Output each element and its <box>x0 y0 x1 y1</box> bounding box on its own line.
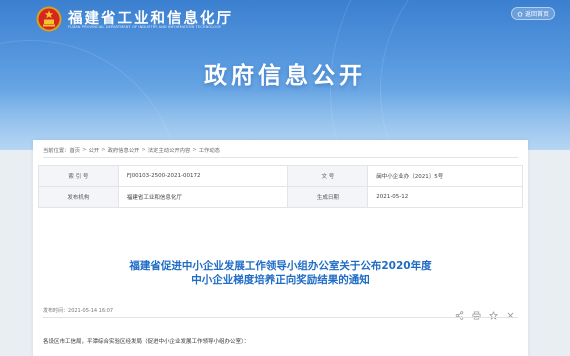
site-subtitle: FUJIAN PROVINCIAL DEPARTMENT OF INDUSTRY… <box>68 25 222 29</box>
close-icon[interactable] <box>506 305 515 319</box>
publisher-value: 福建省工业和信息化厅 <box>117 186 289 208</box>
created-date-label: 生成日期 <box>287 186 369 208</box>
article-body-first-line: 各设区市工信局，平潭综合实验区经发局（促进中小企业发展工作领导小组办公室）： <box>43 339 250 345</box>
publisher-label: 发布机构 <box>38 186 119 208</box>
breadcrumb-home[interactable]: 首页 <box>70 146 81 154</box>
home-icon <box>517 11 523 16</box>
article-title-line-2: 中小企业梯度培养正向奖励结果的通知 <box>191 274 370 286</box>
home-button[interactable]: 返回首页 <box>510 7 555 20</box>
publish-time: 发布时间：2021-05-14 16:07 <box>43 307 113 314</box>
share-icon[interactable] <box>455 305 464 320</box>
breadcrumb: 当前位置： 首页 > 公开 > 政府信息公开 > 法定主动公开内容 > 工作动态 <box>43 144 220 156</box>
info-table: 索 引 号 FJ00103-2500-2021-00172 文 号 闽中小企业办… <box>38 165 523 208</box>
breadcrumb-separator: > <box>141 147 146 153</box>
index-value: FJ00103-2500-2021-00172 <box>117 165 289 187</box>
publish-time-label: 发布时间： <box>43 308 69 314</box>
divider <box>43 157 518 158</box>
publish-time-value: 2021-05-14 16:07 <box>68 308 114 314</box>
doc-number-value: 闽中小企业办〔2021〕5号 <box>367 165 523 187</box>
print-icon[interactable] <box>472 305 481 320</box>
breadcrumb-statutory[interactable]: 法定主动公开内容 <box>148 146 190 154</box>
favorite-icon[interactable] <box>489 305 498 320</box>
content-card: 当前位置： 首页 > 公开 > 政府信息公开 > 法定主动公开内容 > 工作动态… <box>33 140 528 356</box>
article-title-line-1: 福建省促进中小企业发展工作领导小组办公室关于公布2020年度 <box>129 260 432 272</box>
breadcrumb-separator: > <box>101 147 106 153</box>
doc-number-label: 文 号 <box>287 165 369 187</box>
divider <box>43 317 518 318</box>
article-meta: 发布时间：2021-05-14 16:07 <box>43 304 518 320</box>
breadcrumb-gov-info[interactable]: 政府信息公开 <box>108 146 140 154</box>
breadcrumb-prefix: 当前位置： <box>43 148 70 154</box>
hero-banner: 福建省工业和信息化厅 FUJIAN PROVINCIAL DEPARTMENT … <box>0 0 570 150</box>
breadcrumb-separator: > <box>192 147 197 153</box>
home-button-label: 返回首页 <box>524 11 549 18</box>
article-actions <box>455 305 515 320</box>
national-emblem-icon <box>36 6 62 32</box>
table-row: 索 引 号 FJ00103-2500-2021-00172 文 号 闽中小企业办… <box>38 165 523 187</box>
banner-title: 政府信息公开 <box>204 63 366 89</box>
index-label: 索 引 号 <box>38 165 119 187</box>
created-date-value: 2021-05-12 <box>367 186 523 208</box>
breadcrumb-work-news[interactable]: 工作动态 <box>199 146 220 154</box>
breadcrumb-separator: > <box>82 147 87 153</box>
article-title: 福建省促进中小企业发展工作领导小组办公室关于公布2020年度 中小企业梯度培养正… <box>33 259 528 287</box>
breadcrumb-public[interactable]: 公开 <box>89 146 100 154</box>
table-row: 发布机构 福建省工业和信息化厅 生成日期 2021-05-12 <box>38 186 523 208</box>
